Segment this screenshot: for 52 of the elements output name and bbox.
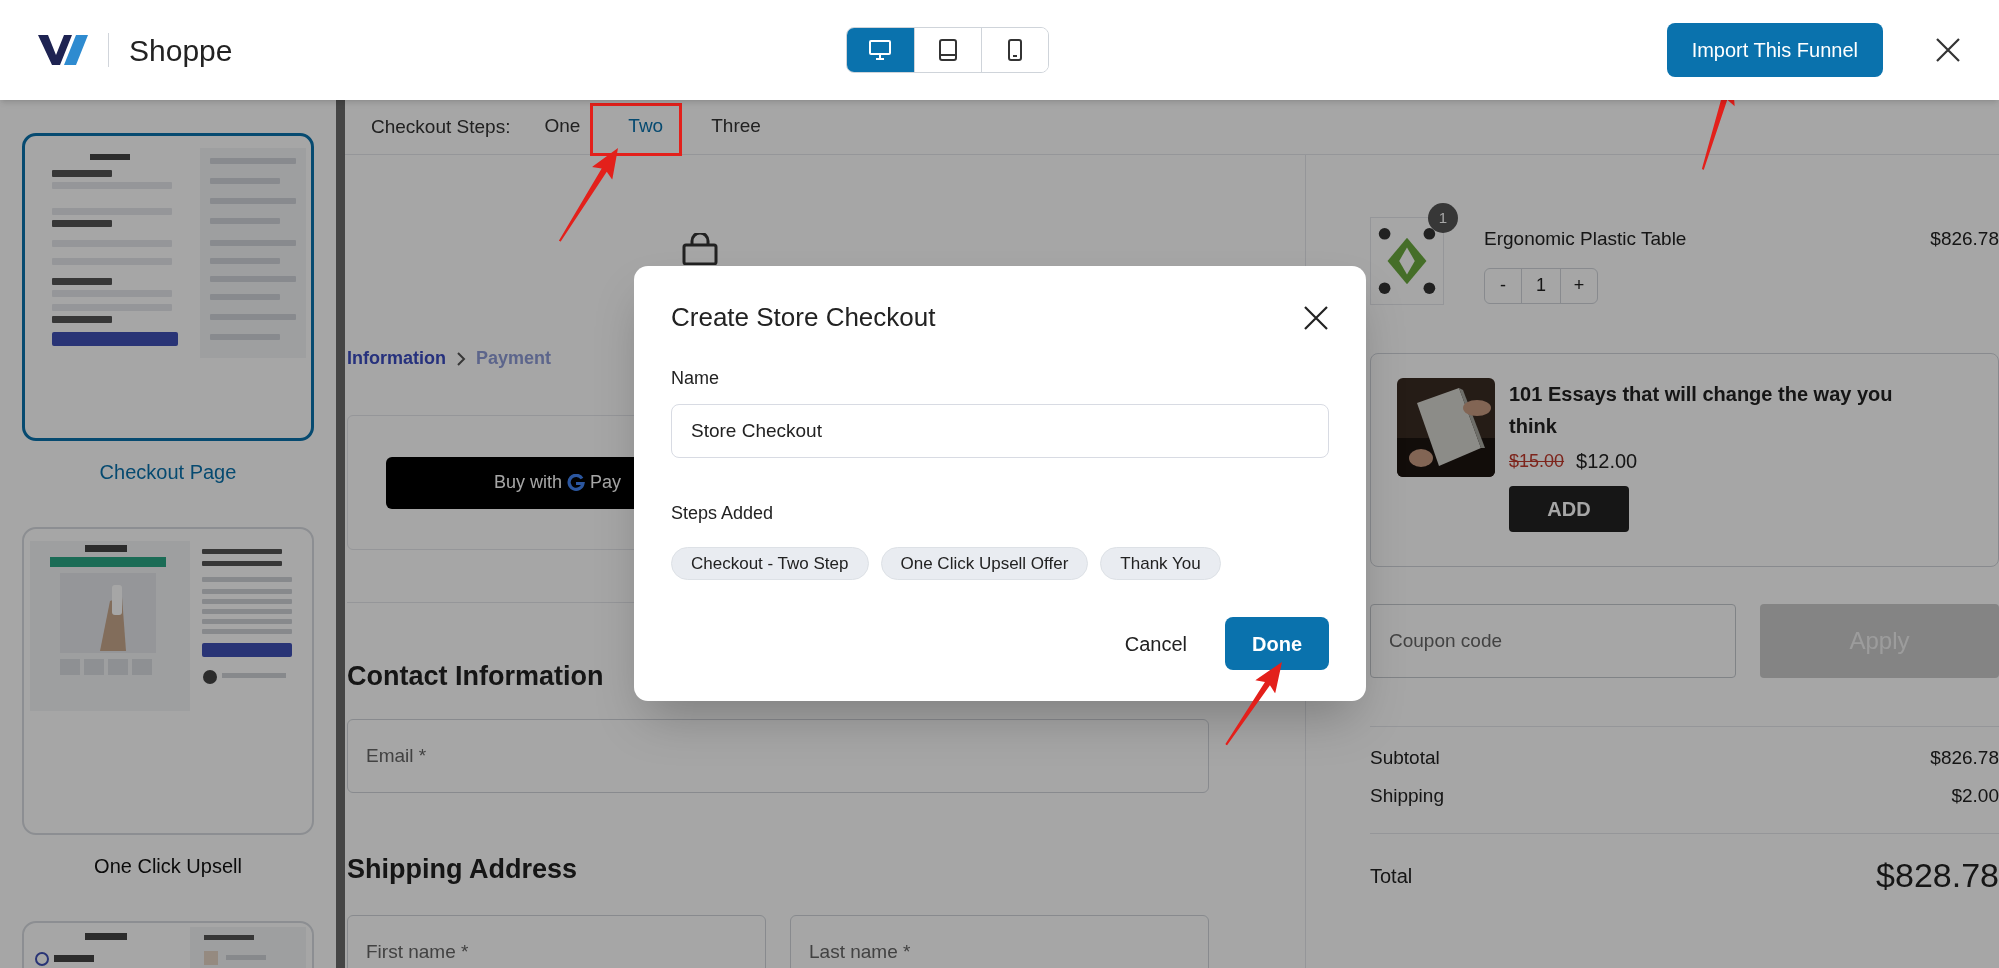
cancel-button[interactable]: Cancel bbox=[1124, 628, 1187, 659]
page-thumbnail[interactable] bbox=[22, 133, 314, 441]
mobile-phone-icon bbox=[1006, 38, 1023, 62]
sale-price: $12.00 bbox=[1576, 449, 1638, 474]
google-g-icon bbox=[567, 473, 586, 492]
section-heading: Shipping Address bbox=[347, 852, 578, 886]
close-icon[interactable] bbox=[1935, 37, 1961, 63]
first-name-field[interactable]: First name * bbox=[347, 915, 766, 968]
increase-quantity-button[interactable]: + bbox=[1561, 268, 1597, 303]
summary-value: $826.78 bbox=[1930, 746, 1999, 770]
breadcrumb-link[interactable]: Information bbox=[347, 345, 446, 372]
chevron-right-icon bbox=[456, 350, 466, 367]
scrollbar[interactable] bbox=[336, 100, 345, 968]
step-chip: Thank You bbox=[1100, 547, 1221, 580]
step-tab[interactable]: Three bbox=[697, 99, 775, 155]
field-label: Name bbox=[671, 367, 720, 390]
quantity-value: 1 bbox=[1521, 268, 1561, 303]
summary-label: Subtotal bbox=[1370, 746, 1440, 770]
field-label: Steps Added bbox=[671, 502, 775, 525]
summary-label: Shipping bbox=[1370, 784, 1444, 808]
done-button[interactable]: Done bbox=[1225, 617, 1329, 670]
quantity-badge: 1 bbox=[1428, 203, 1458, 233]
product-price: $826.78 bbox=[1930, 227, 1999, 251]
import-funnel-button[interactable]: Import This Funnel bbox=[1666, 23, 1883, 77]
page-thumbnail-label[interactable]: Checkout Page bbox=[99, 457, 237, 487]
device-toggle[interactable] bbox=[980, 28, 1048, 72]
total-label: Total bbox=[1370, 863, 1413, 889]
logo-icon bbox=[38, 35, 88, 65]
product-name: Ergonomic Plastic Table bbox=[1484, 227, 1687, 251]
checkout-steps-label: Checkout Steps: bbox=[371, 114, 511, 139]
add-button[interactable]: ADD bbox=[1509, 486, 1629, 532]
step-tab[interactable]: One bbox=[530, 99, 595, 155]
upsell-product-title: 101 Essays that will change the way you think bbox=[1509, 382, 1894, 439]
desktop-icon bbox=[868, 39, 893, 61]
close-icon[interactable] bbox=[1303, 304, 1329, 331]
email-field[interactable]: Email * bbox=[347, 718, 1209, 793]
summary-value: $2.00 bbox=[1951, 784, 1999, 808]
step-chip: One Click Upsell Offer bbox=[880, 547, 1089, 580]
name-field[interactable]: Store Checkout bbox=[671, 404, 1329, 458]
tablet-icon bbox=[937, 38, 958, 62]
shopping-bag-icon bbox=[682, 233, 718, 265]
last-name-field[interactable]: Last name * bbox=[790, 915, 1209, 968]
page-thumbnail-label[interactable]: One Click Upsell bbox=[94, 851, 242, 881]
section-heading: Contact Information bbox=[347, 660, 605, 693]
original-price: $15.00 bbox=[1509, 449, 1565, 473]
brand-name: Shoppe bbox=[129, 32, 233, 69]
decrease-quantity-button[interactable]: - bbox=[1485, 268, 1521, 303]
coupon-field[interactable]: Coupon code bbox=[1370, 604, 1736, 678]
device-toggle[interactable] bbox=[846, 28, 914, 72]
dialog-title: Create Store Checkout bbox=[671, 301, 936, 334]
total-amount: $828.78 bbox=[1876, 855, 1999, 896]
step-chip: Checkout - Two Step bbox=[671, 547, 869, 580]
